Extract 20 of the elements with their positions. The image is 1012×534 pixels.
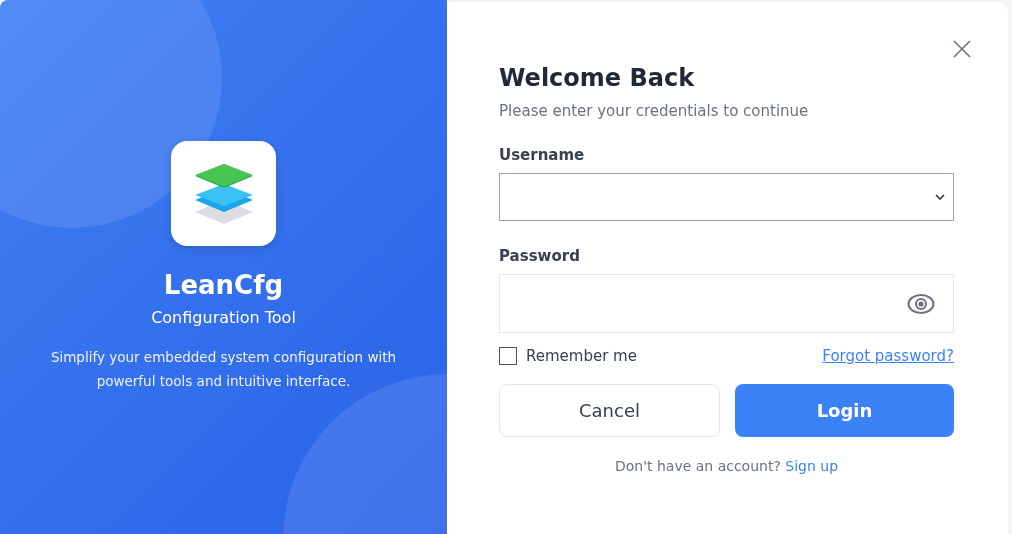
- caret-icon: [935, 194, 945, 200]
- app-description: Simplify your embedded system configuration with powerful tools and intuitive interface.: [49, 348, 398, 391]
- eye-icon[interactable]: [907, 292, 935, 315]
- forgot-password-link[interactable]: Forgot password?: [822, 347, 954, 365]
- close-button[interactable]: [952, 39, 972, 59]
- login-button[interactable]: Login: [735, 384, 954, 437]
- cancel-button[interactable]: Cancel: [499, 384, 720, 437]
- form-title: Welcome Back: [499, 64, 696, 92]
- username-field[interactable]: [499, 173, 954, 221]
- password-field[interactable]: [499, 274, 954, 333]
- app-logo-icon: [171, 141, 276, 246]
- remember-label: Remember me: [526, 347, 637, 365]
- app-name: LeanCfg: [163, 270, 284, 300]
- signup-prompt: Don't have an account? Sign up: [613, 458, 840, 474]
- signup-link[interactable]: Sign up: [785, 458, 839, 474]
- remember-checkbox[interactable]: [499, 347, 517, 365]
- app-subtitle: Configuration Tool: [151, 308, 296, 327]
- form-subtitle: Please enter your credentials to continue: [499, 102, 810, 120]
- username-label: Username: [499, 146, 586, 164]
- password-label: Password: [499, 247, 581, 265]
